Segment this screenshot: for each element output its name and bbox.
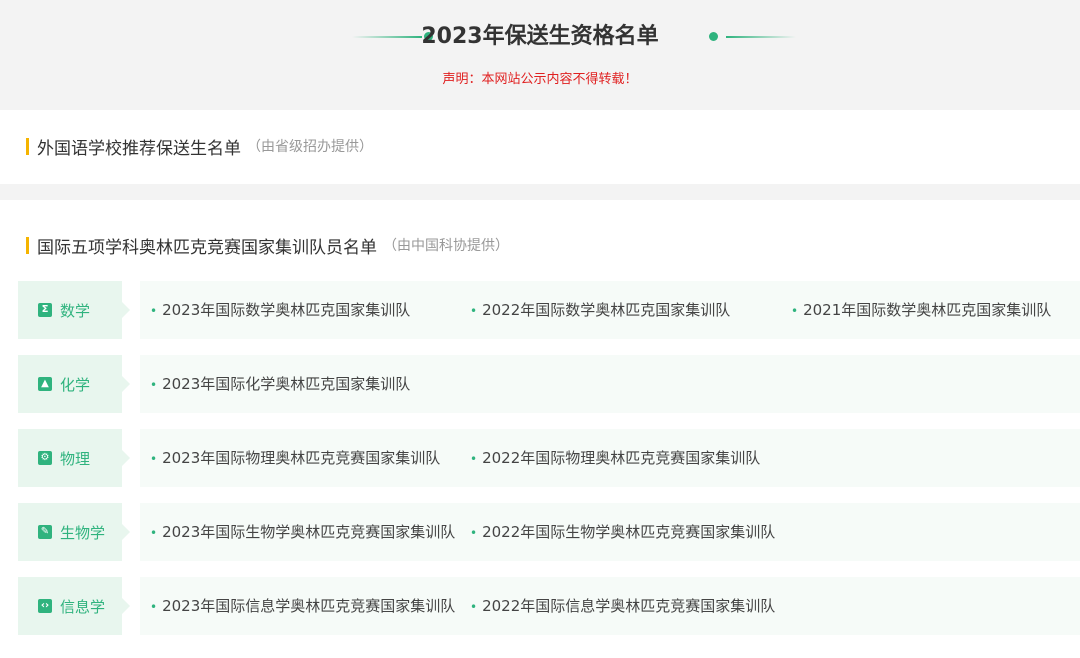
- foreign-language-section: 外国语学校推荐保送生名单 （由省级招办提供）: [0, 110, 1080, 184]
- link-text[interactable]: 2023年国际生物学奥林匹克竞赛国家集训队: [162, 523, 455, 541]
- subject-links: • 2023年国际数学奥林匹克国家集训队 • 2022年国际数学奥林匹克国家集训队 …: [140, 281, 1080, 339]
- bullet-icon: •: [470, 600, 478, 614]
- subject-tag-biology: ✎ 生物学: [18, 503, 130, 561]
- title-row: 2023年保送生资格名单: [0, 20, 1080, 54]
- subject-label: 化学: [60, 375, 91, 394]
- section-heading: 国际五项学科奥林匹克竞赛国家集训队员名单 （由中国科协提供）: [26, 235, 509, 258]
- list-link[interactable]: • 2022年国际生物学奥林匹克竞赛国家集训队: [470, 503, 775, 561]
- link-text[interactable]: 2023年国际信息学奥林匹克竞赛国家集训队: [162, 597, 455, 615]
- section-note: （由省级招办提供）: [247, 139, 373, 155]
- leaf-icon: ✎: [38, 525, 52, 539]
- page-header: 2023年保送生资格名单 声明：本网站公示内容不得转载！: [0, 0, 1080, 110]
- link-text[interactable]: 2022年国际数学奥林匹克国家集训队: [482, 301, 730, 319]
- title-dot-right: [709, 32, 718, 41]
- subject-row-biology: ✎ 生物学 • 2023年国际生物学奥林匹克竞赛国家集训队 • 2022年国际生物学…: [18, 503, 1080, 561]
- page-title: 2023年保送生资格名单: [421, 24, 659, 49]
- subject-label: 生物学: [60, 523, 106, 542]
- link-text[interactable]: 2022年国际物理奥林匹克竞赛国家集训队: [482, 449, 760, 467]
- bullet-icon: •: [150, 526, 158, 540]
- subject-label: 物理: [60, 449, 91, 468]
- link-text[interactable]: 2023年国际数学奥林匹克国家集训队: [162, 301, 410, 319]
- link-text[interactable]: 2023年国际化学奥林匹克国家集训队: [162, 375, 410, 393]
- subject-row-physics: ⚙ 物理 • 2023年国际物理奥林匹克竞赛国家集训队 • 2022年国际物理奥林匹…: [18, 429, 1080, 487]
- link-text[interactable]: 2022年国际生物学奥林匹克竞赛国家集训队: [482, 523, 775, 541]
- list-link[interactable]: • 2022年国际数学奥林匹克国家集训队: [470, 281, 730, 339]
- olympiad-section: 国际五项学科奥林匹克竞赛国家集训队员名单 （由中国科协提供） Σ 数学 • 202…: [0, 200, 1080, 658]
- subject-label: 数学: [60, 301, 91, 320]
- list-link[interactable]: • 2022年国际物理奥林匹克竞赛国家集训队: [470, 429, 760, 487]
- subject-label: 信息学: [60, 597, 106, 616]
- list-link[interactable]: • 2023年国际信息学奥林匹克竞赛国家集训队: [150, 577, 455, 635]
- flask-icon: ▲: [38, 377, 52, 391]
- subject-links: • 2023年国际化学奥林匹克国家集训队: [140, 355, 1080, 413]
- sigma-icon: Σ: [38, 303, 52, 317]
- subject-tag-chemistry: ▲ 化学: [18, 355, 130, 413]
- bullet-icon: •: [150, 378, 158, 392]
- bullet-icon: •: [150, 600, 158, 614]
- list-link[interactable]: • 2023年国际数学奥林匹克国家集训队: [150, 281, 410, 339]
- section-title: 国际五项学科奥林匹克竞赛国家集训队员名单: [37, 237, 377, 258]
- subject-links: • 2023年国际物理奥林匹克竞赛国家集训队 • 2022年国际物理奥林匹克竞赛国家…: [140, 429, 1080, 487]
- code-icon: ‹›: [38, 599, 52, 613]
- bullet-icon: •: [150, 452, 158, 466]
- bullet-icon: •: [470, 526, 478, 540]
- section-heading: 外国语学校推荐保送生名单 （由省级招办提供）: [26, 134, 373, 159]
- bullet-icon: •: [470, 304, 478, 318]
- copyright-notice: 声明：本网站公示内容不得转载！: [442, 72, 638, 87]
- section-title[interactable]: 外国语学校推荐保送生名单: [37, 134, 241, 159]
- link-text[interactable]: 2023年国际物理奥林匹克竞赛国家集训队: [162, 449, 440, 467]
- list-link[interactable]: • 2023年国际物理奥林匹克竞赛国家集训队: [150, 429, 440, 487]
- subject-tag-math: Σ 数学: [18, 281, 130, 339]
- section-accent-bar: [26, 236, 29, 254]
- list-link[interactable]: • 2022年国际信息学奥林匹克竞赛国家集训队: [470, 577, 775, 635]
- subject-links: • 2023年国际信息学奥林匹克竞赛国家集训队 • 2022年国际信息学奥林匹克竞赛…: [140, 577, 1080, 635]
- subject-row-math: Σ 数学 • 2023年国际数学奥林匹克国家集训队 • 2022年国际数学奥林匹克国…: [18, 281, 1080, 339]
- subject-row-informatics: ‹› 信息学 • 2023年国际信息学奥林匹克竞赛国家集训队 • 2022年国际信息…: [18, 577, 1080, 635]
- link-text[interactable]: 2021年国际数学奥林匹克国家集训队: [803, 301, 1051, 319]
- bullet-icon: •: [150, 304, 158, 318]
- atom-icon: ⚙: [38, 451, 52, 465]
- bullet-icon: •: [791, 304, 799, 318]
- section-accent-bar: [26, 137, 29, 155]
- list-link[interactable]: • 2021年国际数学奥林匹克国家集训队: [791, 281, 1051, 339]
- list-link[interactable]: • 2023年国际生物学奥林匹克竞赛国家集训队: [150, 503, 455, 561]
- section-note: （由中国科协提供）: [383, 238, 509, 254]
- list-link[interactable]: • 2023年国际化学奥林匹克国家集训队: [150, 355, 410, 413]
- link-text[interactable]: 2022年国际信息学奥林匹克竞赛国家集训队: [482, 597, 775, 615]
- subject-links: • 2023年国际生物学奥林匹克竞赛国家集训队 • 2022年国际生物学奥林匹克竞赛…: [140, 503, 1080, 561]
- section-divider: [0, 184, 1080, 200]
- subject-row-chemistry: ▲ 化学 • 2023年国际化学奥林匹克国家集训队: [18, 355, 1080, 413]
- subject-tag-informatics: ‹› 信息学: [18, 577, 130, 635]
- bullet-icon: •: [470, 452, 478, 466]
- subject-tag-physics: ⚙ 物理: [18, 429, 130, 487]
- title-decoration-right: [726, 36, 796, 38]
